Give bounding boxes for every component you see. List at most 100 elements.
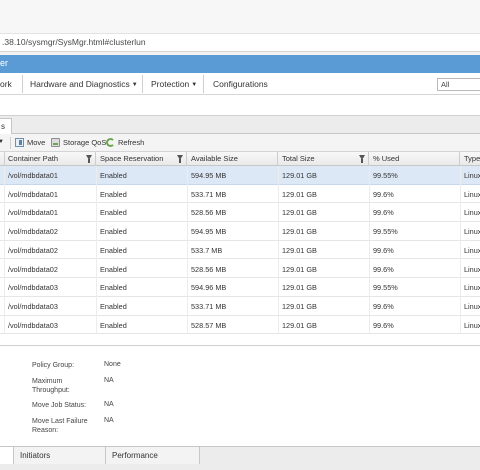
tab-initiators[interactable]: Initiators (14, 447, 106, 464)
cell-available-size: 528.56 MB (191, 264, 227, 274)
cell-percent-used: 99.6% (373, 264, 394, 274)
tab-luns[interactable]: s (0, 118, 12, 134)
column-header-percent-used[interactable]: % Used (369, 152, 460, 166)
move-last-failure-label: Move Last Failure Reason: (32, 418, 88, 434)
address-bar[interactable]: .38.10/sysmgr/SysMgr.html#clusterlun (0, 34, 480, 52)
cell-container-path: /vol/mdbdata03 (8, 301, 58, 311)
cell-total-size: 129.01 GB (282, 320, 317, 330)
cell-available-size: 594.95 MB (191, 171, 227, 180)
cell-space-reservation: Enabled (100, 189, 127, 199)
cell-type: Linux (464, 264, 480, 274)
table-row[interactable]: /vol/mdbdata02 Enabled 528.56 MB 129.01 … (0, 259, 480, 279)
cell-type: Linux (464, 320, 480, 330)
table-row[interactable]: /vol/mdbdata01 Enabled 594.95 MB 129.01 … (0, 166, 480, 185)
table-row[interactable]: /vol/mdbdata02 Enabled 594.95 MB 129.01 … (0, 222, 480, 241)
max-throughput-value: NA (104, 377, 114, 384)
cell-total-size: 129.01 GB (282, 245, 317, 255)
cell-available-size: 528.56 MB (191, 208, 227, 218)
cell-space-reservation: Enabled (100, 264, 127, 274)
move-button[interactable]: Move (15, 138, 45, 147)
cell-total-size: 129.01 GB (282, 283, 317, 293)
table-row[interactable]: /vol/mdbdata03 Enabled 528.57 MB 129.01 … (0, 315, 480, 334)
cell-space-reservation: Enabled (100, 283, 127, 293)
chevron-down-icon: ▼ (0, 139, 4, 145)
column-header-total-size[interactable]: Total Size (278, 152, 369, 166)
search-scope-value: All (441, 80, 450, 89)
menu-divider (203, 75, 204, 93)
column-header-container-path[interactable]: Container Path (4, 152, 96, 166)
lun-table-header: Container Path Space Reservation Availab… (0, 152, 480, 166)
cell-container-path: /vol/mdbdata03 (8, 283, 58, 293)
column-header-type[interactable]: Type (460, 152, 480, 166)
panel-spacer (0, 95, 480, 115)
chevron-down-icon: ▼ (131, 82, 138, 88)
cell-percent-used: 99.6% (373, 320, 394, 330)
cell-available-size: 533.71 MB (191, 189, 227, 199)
cell-container-path: /vol/mdbdata01 (8, 189, 58, 199)
storage-qos-button[interactable]: Storage QoS (51, 138, 106, 147)
storage-qos-icon (51, 138, 60, 147)
table-footer-space (0, 334, 480, 346)
cell-container-path: /vol/mdbdata02 (8, 227, 58, 237)
column-header-space-reservation[interactable]: Space Reservation (96, 152, 187, 166)
policy-group-label: Policy Group: (32, 362, 75, 369)
cell-container-path: /vol/mdbdata01 (8, 208, 58, 218)
toolbar-divider (10, 137, 11, 149)
column-divider (278, 166, 279, 334)
column-divider (187, 166, 188, 334)
cell-percent-used: 99.6% (373, 301, 394, 311)
cell-available-size: 528.57 MB (191, 320, 227, 330)
cell-percent-used: 99.55% (373, 283, 398, 293)
table-row[interactable]: /vol/mdbdata03 Enabled 533.71 MB 129.01 … (0, 296, 480, 316)
cell-container-path: /vol/mdbdata02 (8, 245, 58, 255)
chevron-down-icon: ▼ (191, 82, 198, 88)
lun-toolbar: ▼ Move Storage QoS Refresh (0, 134, 480, 152)
move-job-status-label: Move Job Status: (32, 402, 87, 409)
app-header: er (0, 55, 480, 73)
cell-type: Linux (464, 208, 480, 218)
cell-percent-used: 99.55% (373, 227, 398, 237)
cell-type: Linux (464, 189, 480, 199)
move-icon (15, 138, 24, 147)
cell-percent-used: 99.6% (373, 189, 394, 199)
cell-total-size: 129.01 GB (282, 171, 317, 180)
tab-details[interactable] (0, 447, 14, 464)
column-header-available-size[interactable]: Available Size (187, 152, 278, 166)
cell-percent-used: 99.6% (373, 245, 394, 255)
menu-item-hardware-diagnostics[interactable]: Hardware and Diagnostics ▼ (30, 79, 138, 89)
menu-item-network[interactable]: ork (0, 79, 12, 89)
cell-type: Linux (464, 245, 480, 255)
lun-table-body: /vol/mdbdata01 Enabled 594.95 MB 129.01 … (0, 166, 480, 334)
column-divider (369, 166, 370, 334)
content-tab-strip: s (0, 115, 480, 134)
lun-details-panel: Policy Group: None Maximum Throughput: N… (0, 347, 480, 445)
refresh-button[interactable]: Refresh (106, 138, 144, 147)
max-throughput-label: Maximum Throughput: (32, 378, 70, 394)
table-row[interactable]: /vol/mdbdata01 Enabled 528.56 MB 129.01 … (0, 203, 480, 223)
filter-icon[interactable] (86, 155, 92, 163)
menu-divider (22, 75, 23, 93)
column-divider (96, 166, 97, 334)
search-scope-select[interactable]: All (437, 78, 480, 91)
filter-icon[interactable] (359, 155, 365, 163)
menu-divider (142, 75, 143, 93)
filter-icon[interactable] (177, 155, 183, 163)
cell-total-size: 129.01 GB (282, 189, 317, 199)
browser-toolbar (0, 0, 480, 34)
policy-group-value: None (104, 361, 121, 368)
cell-type: Linux (464, 171, 480, 180)
menu-item-configurations[interactable]: Configurations (213, 79, 268, 89)
table-row[interactable]: /vol/mdbdata03 Enabled 594.96 MB 129.01 … (0, 278, 480, 297)
table-row[interactable]: /vol/mdbdata02 Enabled 533.7 MB 129.01 G… (0, 240, 480, 260)
cell-type: Linux (464, 301, 480, 311)
cell-container-path: /vol/mdbdata02 (8, 264, 58, 274)
table-row[interactable]: /vol/mdbdata01 Enabled 533.71 MB 129.01 … (0, 184, 480, 204)
app-title: er (0, 58, 9, 68)
menu-item-protection[interactable]: Protection ▼ (151, 79, 197, 89)
url-text[interactable]: .38.10/sysmgr/SysMgr.html#clusterlun (2, 37, 146, 47)
main-menu-bar: ork Hardware and Diagnostics ▼ Protection… (0, 73, 480, 95)
cell-space-reservation: Enabled (100, 227, 127, 237)
column-divider (460, 166, 461, 334)
tab-performance[interactable]: Performance (106, 447, 200, 464)
cell-container-path: /vol/mdbdata03 (8, 320, 58, 330)
